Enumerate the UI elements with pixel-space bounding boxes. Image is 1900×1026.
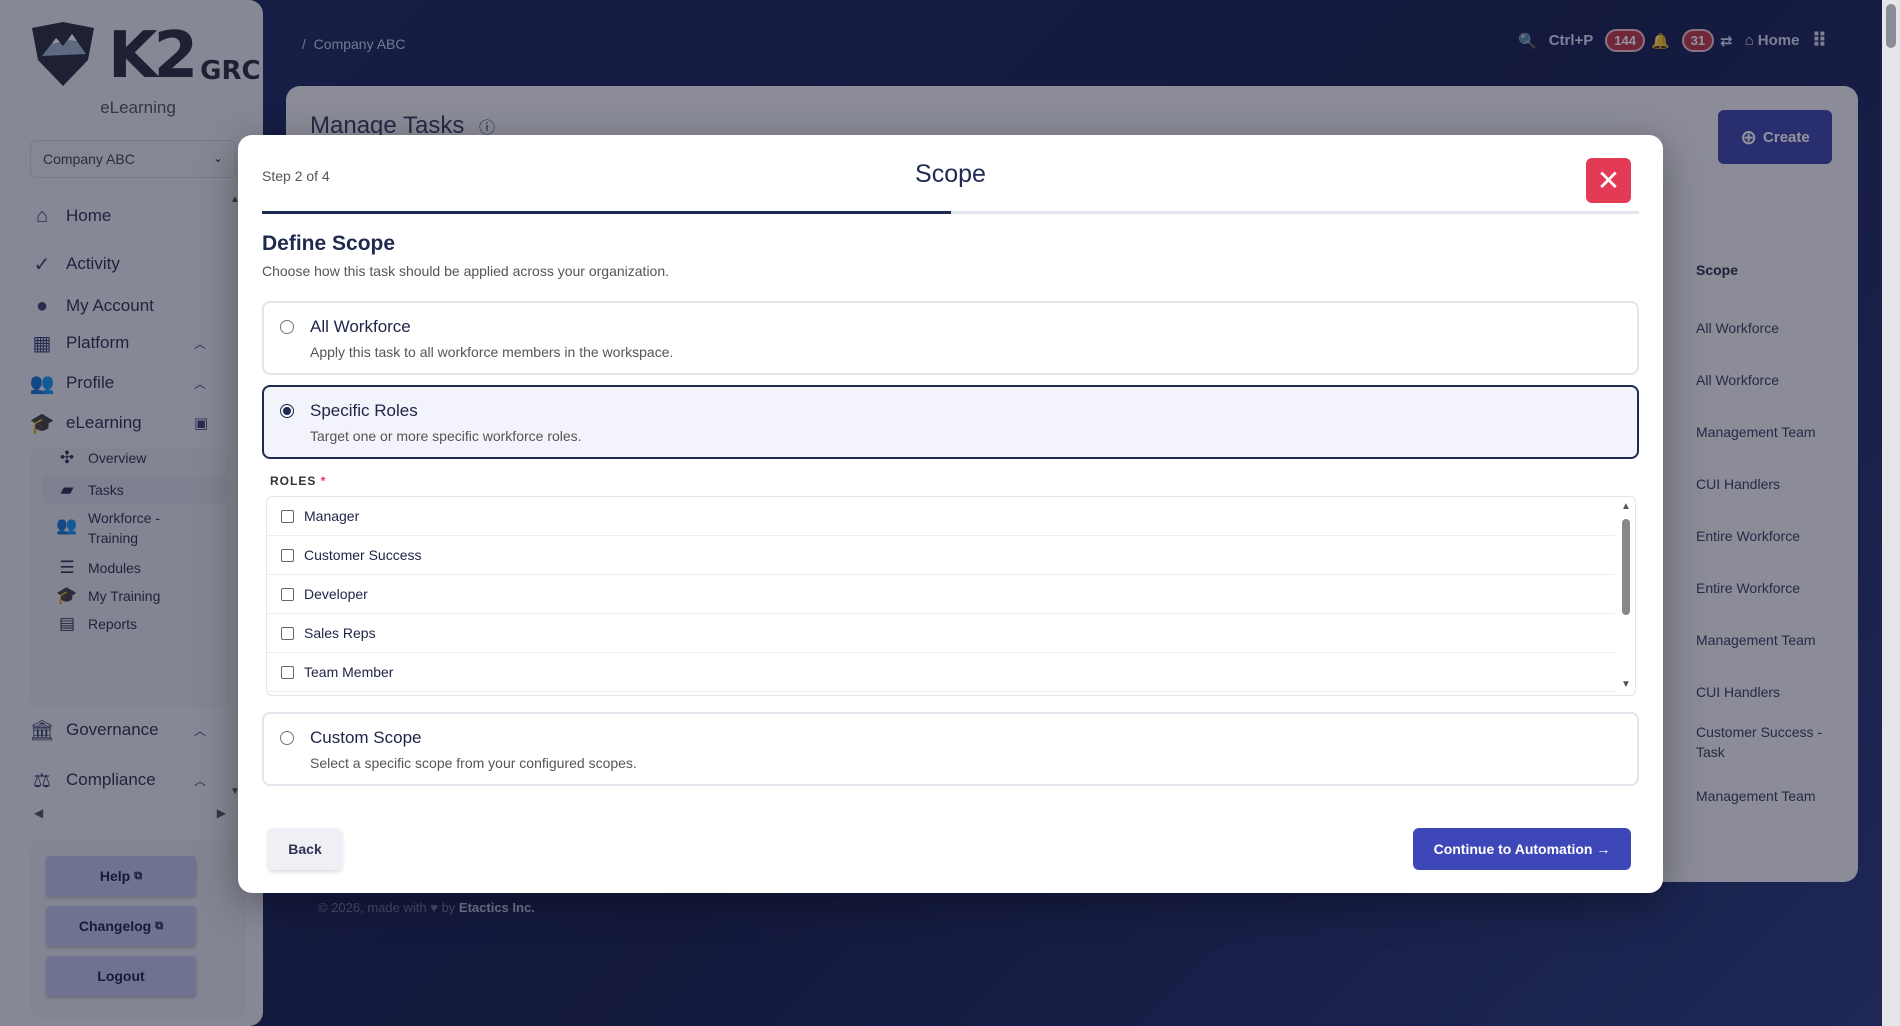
continue-to-automation-button[interactable]: Continue to Automation →: [1413, 828, 1631, 870]
scope-option-all-workforce[interactable]: All Workforce Apply this task to all wor…: [262, 301, 1639, 375]
scope-modal: Step 2 of 4 Scope ✕ Define Scope Choose …: [238, 135, 1663, 893]
option-desc: Target one or more specific workforce ro…: [310, 428, 582, 444]
role-checkbox[interactable]: [281, 587, 294, 601]
back-button[interactable]: Back: [268, 828, 342, 870]
scroll-up-arrow-icon[interactable]: ▲: [1621, 501, 1631, 512]
role-option-developer[interactable]: Developer: [267, 575, 1615, 614]
option-desc: Select a specific scope from your config…: [310, 755, 637, 771]
role-option-customer-success[interactable]: Customer Success: [267, 536, 1615, 575]
role-checkbox[interactable]: [281, 509, 294, 523]
role-checkbox[interactable]: [281, 548, 294, 562]
role-label: Team Member: [304, 664, 394, 680]
role-option-sales-reps[interactable]: Sales Reps: [267, 614, 1615, 653]
scope-option-specific-roles[interactable]: Specific Roles Target one or more specif…: [262, 385, 1639, 459]
roles-label-text: ROLES: [270, 474, 317, 488]
role-label: Developer: [304, 586, 368, 602]
role-label: Sales Reps: [304, 625, 376, 641]
step-progress-bar: [262, 211, 1639, 214]
page-scrollbar[interactable]: [1882, 0, 1900, 1026]
modal-title: Scope: [915, 160, 986, 188]
required-marker: *: [320, 474, 327, 488]
page-scrollbar-thumb[interactable]: [1886, 4, 1896, 48]
radio-all-workforce[interactable]: [280, 320, 294, 334]
radio-specific-roles[interactable]: [280, 404, 294, 418]
radio-custom-scope[interactable]: [280, 731, 294, 745]
close-button[interactable]: ✕: [1586, 158, 1631, 203]
option-label: Custom Scope: [310, 728, 422, 747]
option-label: All Workforce: [310, 317, 411, 336]
option-label: Specific Roles: [310, 401, 418, 420]
roles-scrollbar-thumb[interactable]: [1622, 519, 1630, 615]
section-title: Define Scope: [262, 232, 396, 255]
role-checkbox[interactable]: [281, 626, 294, 640]
role-label: Customer Success: [304, 547, 422, 563]
roles-label: ROLES *: [270, 474, 326, 488]
step-progress-fill: [262, 211, 951, 214]
roles-scrollbar[interactable]: ▲ ▼: [1617, 497, 1635, 695]
role-option-team-member[interactable]: Team Member: [267, 653, 1615, 692]
close-icon: ✕: [1596, 165, 1621, 196]
role-label: Manager: [304, 508, 360, 524]
role-option-manager[interactable]: Manager: [267, 497, 1615, 536]
scope-option-custom-scope[interactable]: Custom Scope Select a specific scope fro…: [262, 712, 1639, 786]
roles-list[interactable]: Manager Customer Success Developer Sales…: [266, 496, 1636, 696]
role-checkbox[interactable]: [281, 665, 294, 679]
section-subtitle: Choose how this task should be applied a…: [262, 263, 670, 279]
option-desc: Apply this task to all workforce members…: [310, 344, 674, 360]
scroll-down-arrow-icon[interactable]: ▼: [1621, 679, 1631, 690]
